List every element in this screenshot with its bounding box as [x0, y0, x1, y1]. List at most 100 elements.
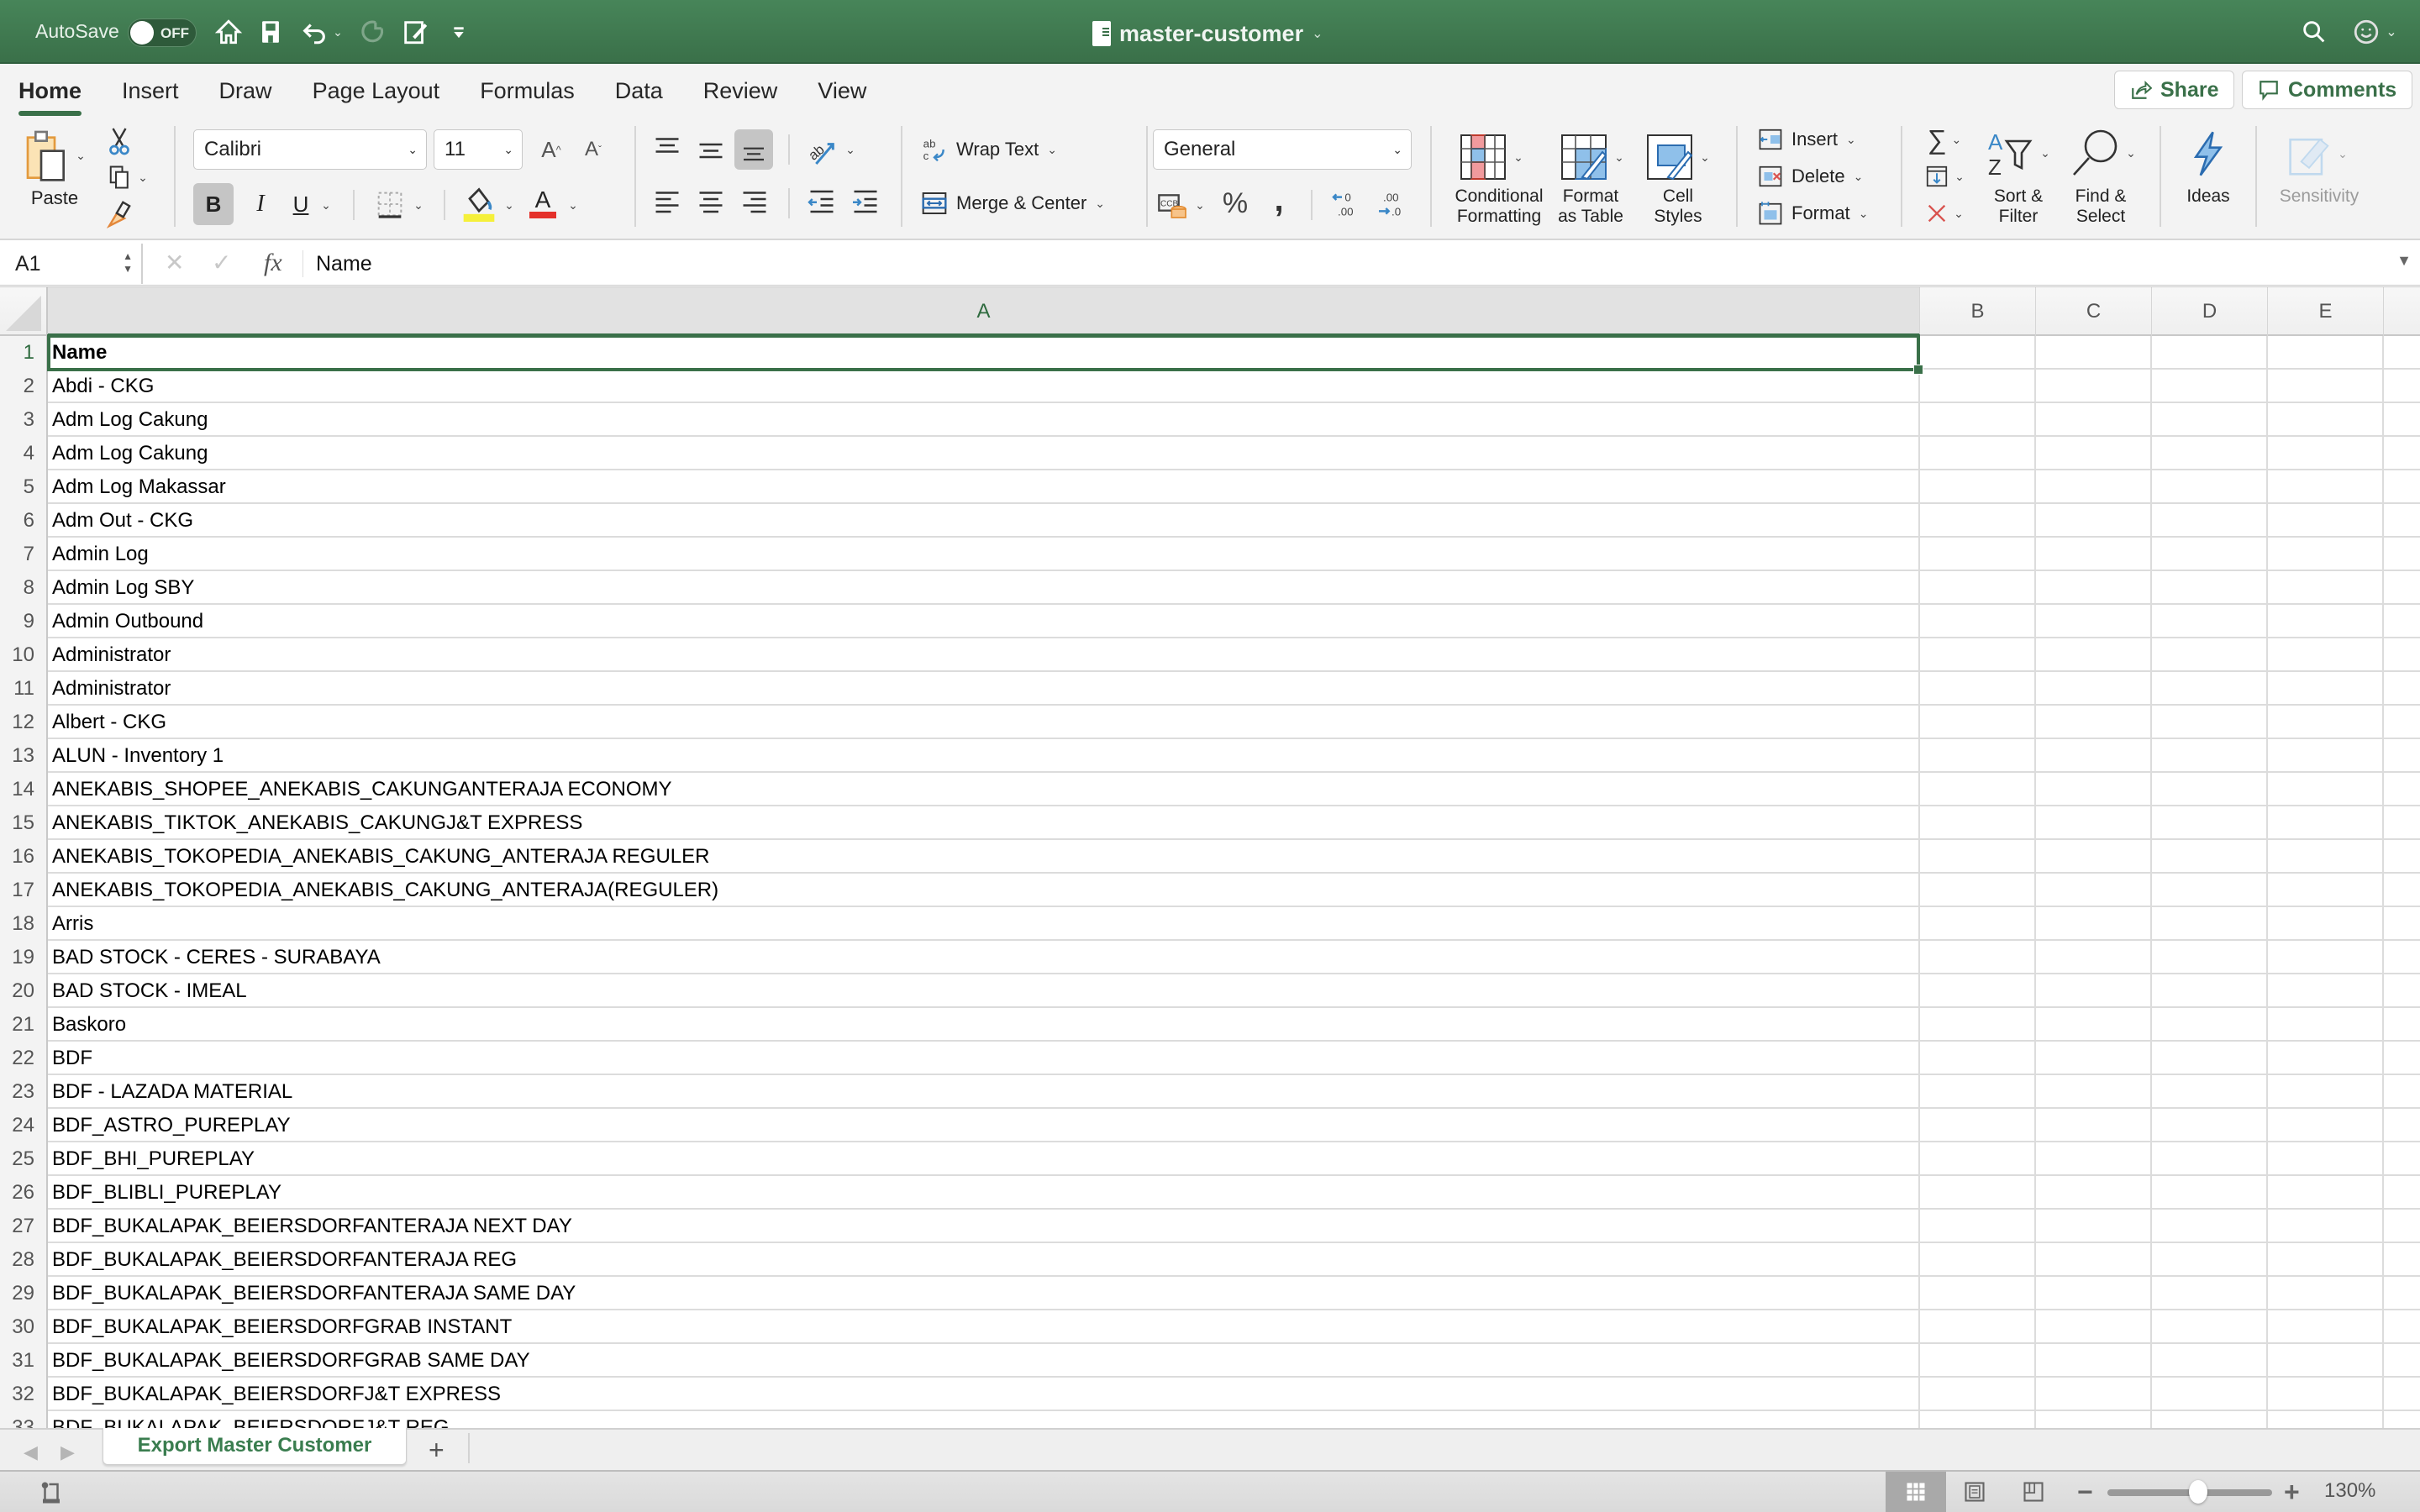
autosum-button[interactable]: ∑ ⌄ — [1919, 124, 1970, 155]
cell-c19[interactable] — [2036, 941, 2152, 974]
copy-dropdown-icon[interactable]: ⌄ — [138, 171, 148, 185]
row-header[interactable]: 8 — [0, 571, 48, 605]
cell-e22[interactable] — [2268, 1042, 2384, 1075]
cell-f23[interactable] — [2384, 1075, 2420, 1109]
format-cells-button[interactable]: Format ⌄ — [1758, 198, 1884, 228]
cell-b20[interactable] — [1920, 974, 2036, 1008]
cell-f30[interactable] — [2384, 1310, 2420, 1344]
cell-e25[interactable] — [2268, 1142, 2384, 1176]
cell-b2[interactable] — [1920, 370, 2036, 403]
underline-button[interactable]: U — [286, 183, 316, 225]
cell-c10[interactable] — [2036, 638, 2152, 672]
align-left-icon[interactable] — [652, 186, 682, 217]
cell-a28[interactable]: BDF_BUKALAPAK_BEIERSDORFANTERAJA REG — [48, 1243, 1920, 1277]
column-header-b[interactable]: B — [1920, 287, 2036, 336]
cell-b14[interactable] — [1920, 773, 2036, 806]
undo-dropdown-icon[interactable]: ⌄ — [329, 15, 346, 49]
cell-a9[interactable]: Admin Outbound — [48, 605, 1920, 638]
cell-f8[interactable] — [2384, 571, 2420, 605]
row-header[interactable]: 7 — [0, 538, 48, 571]
cell-a30[interactable]: BDF_BUKALAPAK_BEIERSDORFGRAB INSTANT — [48, 1310, 1920, 1344]
cell-b18[interactable] — [1920, 907, 2036, 941]
cell-e20[interactable] — [2268, 974, 2384, 1008]
cell-c14[interactable] — [2036, 773, 2152, 806]
tab-draw[interactable]: Draw — [199, 74, 292, 111]
cell-c31[interactable] — [2036, 1344, 2152, 1378]
comments-button[interactable]: Comments — [2242, 71, 2413, 109]
home-icon[interactable] — [212, 15, 245, 49]
cell-f19[interactable] — [2384, 941, 2420, 974]
cell-d17[interactable] — [2152, 874, 2268, 907]
cell-a29[interactable]: BDF_BUKALAPAK_BEIERSDORFANTERAJA SAME DA… — [48, 1277, 1920, 1310]
orientation-icon[interactable]: ab — [805, 134, 839, 168]
column-header-a[interactable]: A — [48, 287, 1920, 336]
cell-e14[interactable] — [2268, 773, 2384, 806]
cell-e12[interactable] — [2268, 706, 2384, 739]
row-header[interactable]: 30 — [0, 1310, 48, 1344]
increase-font-size-button[interactable]: A ^ — [534, 133, 568, 166]
percent-style-button[interactable]: % — [1217, 185, 1254, 222]
cell-d5[interactable] — [2152, 470, 2268, 504]
formula-input[interactable]: Name — [316, 244, 372, 284]
cell-b32[interactable] — [1920, 1378, 2036, 1411]
cell-a18[interactable]: Arris — [48, 907, 1920, 941]
cell-e13[interactable] — [2268, 739, 2384, 773]
decrease-decimal-icon[interactable]: .00.0 — [1375, 186, 1408, 222]
merge-center-button[interactable]: Merge & Center ⌄ — [921, 186, 1139, 220]
row-header[interactable]: 22 — [0, 1042, 48, 1075]
cell-d16[interactable] — [2152, 840, 2268, 874]
cell-e4[interactable] — [2268, 437, 2384, 470]
orientation-dropdown-icon[interactable]: ⌄ — [842, 139, 859, 160]
cell-d20[interactable] — [2152, 974, 2268, 1008]
cell-d13[interactable] — [2152, 739, 2268, 773]
format-as-table-button[interactable]: ⌄ — [1556, 129, 1627, 185]
cell-d18[interactable] — [2152, 907, 2268, 941]
cell-a25[interactable]: BDF_BHI_PUREPLAY — [48, 1142, 1920, 1176]
cell-d33[interactable] — [2152, 1411, 2268, 1428]
cell-e23[interactable] — [2268, 1075, 2384, 1109]
row-header[interactable]: 2 — [0, 370, 48, 403]
cell-e8[interactable] — [2268, 571, 2384, 605]
cell-c32[interactable] — [2036, 1378, 2152, 1411]
row-header[interactable]: 12 — [0, 706, 48, 739]
decrease-font-size-button[interactable]: Aˇ — [576, 133, 610, 166]
cell-a5[interactable]: Adm Log Makassar — [48, 470, 1920, 504]
column-header-c[interactable]: C — [2036, 287, 2152, 336]
account-dropdown-icon[interactable]: ⌄ — [2383, 15, 2400, 49]
cell-e32[interactable] — [2268, 1378, 2384, 1411]
delete-cells-button[interactable]: Delete ⌄ — [1758, 161, 1884, 192]
cell-b25[interactable] — [1920, 1142, 2036, 1176]
row-header[interactable]: 33 — [0, 1411, 48, 1428]
cell-c16[interactable] — [2036, 840, 2152, 874]
align-top-icon[interactable] — [652, 133, 682, 163]
cell-a1[interactable]: Name — [48, 336, 1920, 370]
cell-a2[interactable]: Abdi - CKG — [48, 370, 1920, 403]
cell-e24[interactable] — [2268, 1109, 2384, 1142]
cancel-icon[interactable]: ✕ — [165, 249, 184, 276]
expand-formula-bar-icon[interactable]: ▼ — [2396, 252, 2412, 270]
macro-recorder-icon[interactable] — [39, 1480, 64, 1505]
cell-b11[interactable] — [1920, 672, 2036, 706]
cell-b22[interactable] — [1920, 1042, 2036, 1075]
cell-a19[interactable]: BAD STOCK - CERES - SURABAYA — [48, 941, 1920, 974]
cell-a16[interactable]: ANEKABIS_TOKOPEDIA_ANEKABIS_CAKUNG_ANTER… — [48, 840, 1920, 874]
cell-d6[interactable] — [2152, 504, 2268, 538]
cell-b8[interactable] — [1920, 571, 2036, 605]
add-sheet-button[interactable]: + — [429, 1435, 445, 1466]
cell-f11[interactable] — [2384, 672, 2420, 706]
row-header[interactable]: 17 — [0, 874, 48, 907]
cell-b26[interactable] — [1920, 1176, 2036, 1210]
tab-page-layout[interactable]: Page Layout — [292, 74, 460, 111]
zoom-slider-handle[interactable] — [2188, 1480, 2207, 1504]
clear-button[interactable]: ⌄ — [1919, 198, 1970, 228]
cell-d4[interactable] — [2152, 437, 2268, 470]
document-title[interactable]: master-customer ⌄ — [1092, 17, 1323, 50]
cell-c24[interactable] — [2036, 1109, 2152, 1142]
cell-d23[interactable] — [2152, 1075, 2268, 1109]
zoom-in-button[interactable]: + — [2284, 1477, 2300, 1508]
cell-f5[interactable] — [2384, 470, 2420, 504]
cell-a4[interactable]: Adm Log Cakung — [48, 437, 1920, 470]
cell-c23[interactable] — [2036, 1075, 2152, 1109]
page-layout-view-button[interactable] — [1944, 1472, 2005, 1512]
cell-d7[interactable] — [2152, 538, 2268, 571]
